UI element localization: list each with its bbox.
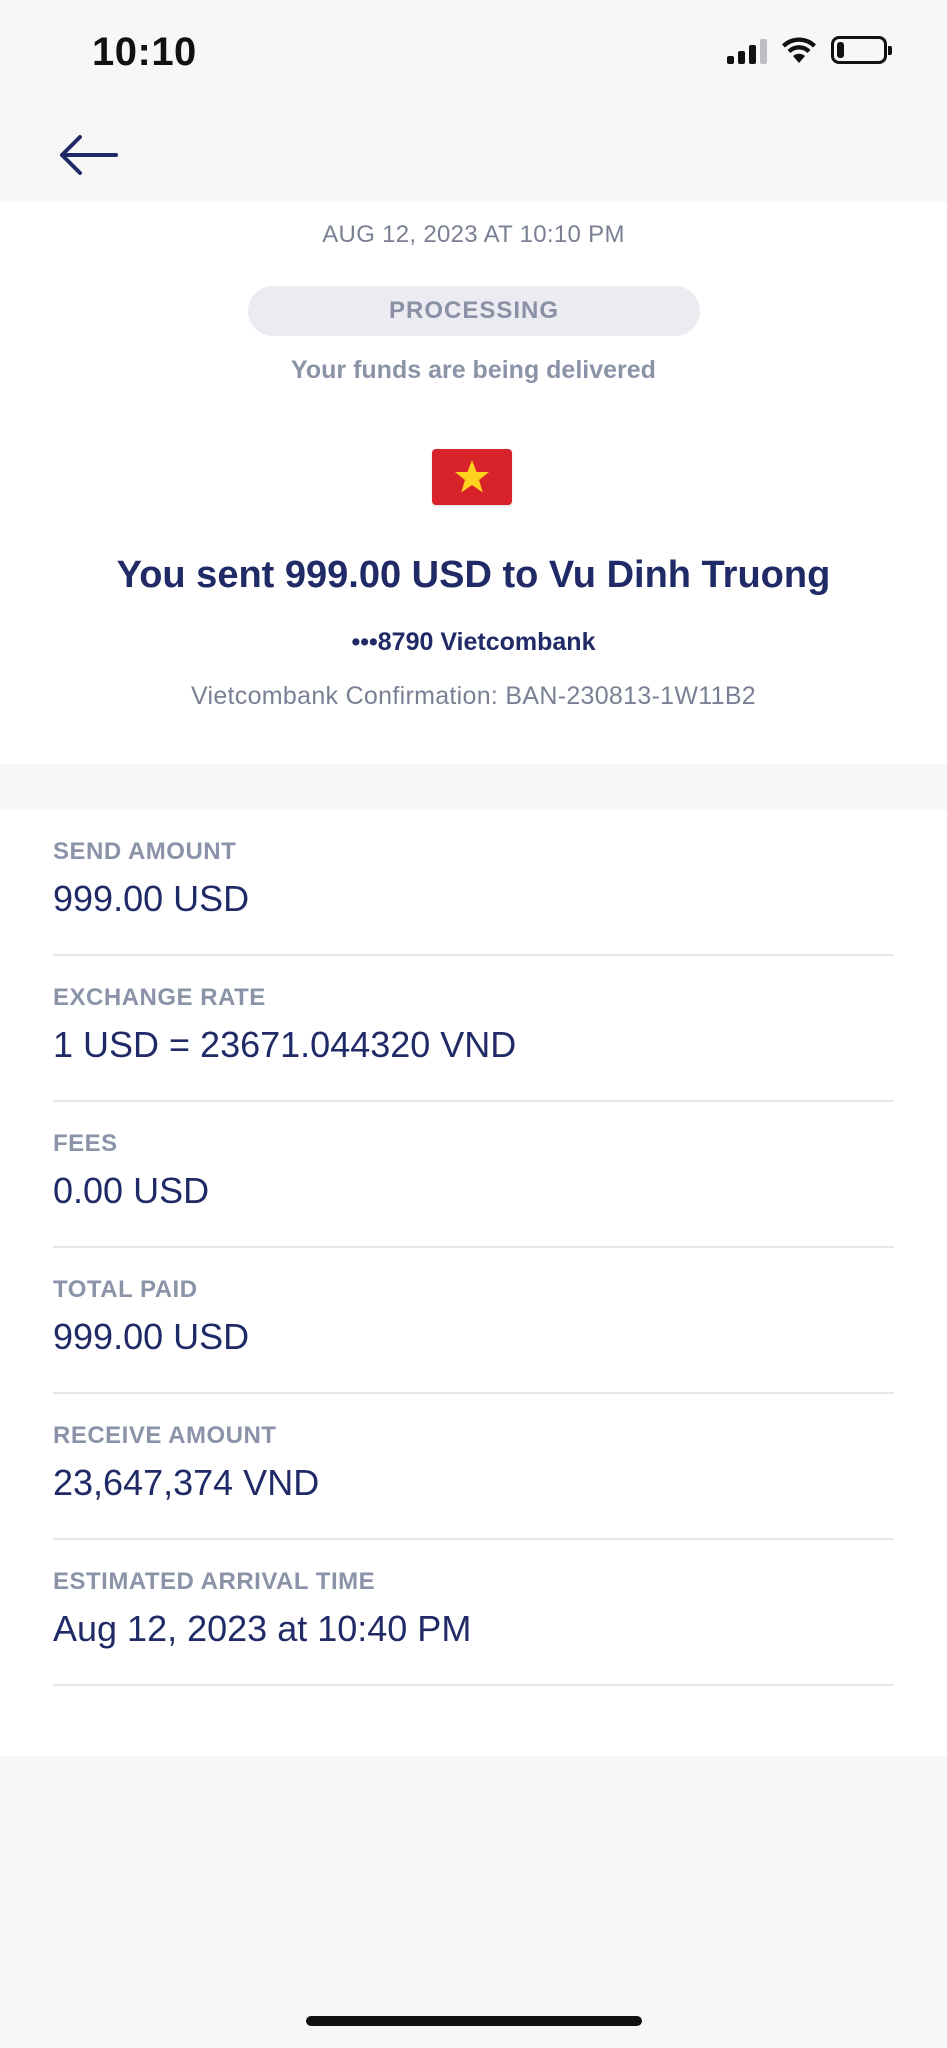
home-indicator[interactable] bbox=[306, 2016, 642, 2026]
detail-value: 0.00 USD bbox=[53, 1170, 210, 1211]
detail-label: EXCHANGE RATE bbox=[53, 984, 266, 1011]
detail-total-paid: TOTAL PAID 999.00 USD bbox=[53, 1248, 894, 1394]
bank-confirmation: Vietcombank Confirmation: BAN-230813-1W1… bbox=[190, 682, 757, 710]
status-icons bbox=[727, 36, 892, 64]
detail-value: 999.00 USD bbox=[53, 1316, 250, 1357]
detail-estimated-arrival: ESTIMATED ARRIVAL TIME Aug 12, 2023 at 1… bbox=[53, 1540, 894, 1686]
detail-fees: FEES 0.00 USD bbox=[53, 1102, 894, 1248]
detail-send-amount: SEND AMOUNT 999.00 USD bbox=[53, 810, 894, 956]
battery-icon bbox=[831, 36, 892, 64]
transfer-details-screen: 10:10 AUG 12, 2023 AT 10:10 PM PROCESSIN… bbox=[0, 0, 947, 2048]
transfer-headline: You sent 999.00 USD to Vu Dinh Truong bbox=[116, 554, 831, 596]
arrow-left-icon bbox=[60, 135, 118, 175]
detail-label: SEND AMOUNT bbox=[53, 838, 237, 865]
transfer-summary-card: AUG 12, 2023 AT 10:10 PM PROCESSING Your… bbox=[0, 202, 947, 764]
wifi-icon bbox=[782, 37, 816, 63]
detail-value: 1 USD = 23671.044320 VND bbox=[53, 1024, 517, 1065]
detail-exchange-rate: EXCHANGE RATE 1 USD = 23671.044320 VND bbox=[53, 956, 894, 1102]
recipient-account: •••8790 Vietcombank bbox=[351, 628, 596, 656]
detail-value: Aug 12, 2023 at 10:40 PM bbox=[53, 1608, 472, 1649]
detail-value: 999.00 USD bbox=[53, 878, 250, 919]
status-message: Your funds are being delivered bbox=[291, 356, 656, 384]
nav-bar bbox=[0, 110, 947, 202]
detail-label: ESTIMATED ARRIVAL TIME bbox=[53, 1568, 376, 1595]
detail-value: 23,647,374 VND bbox=[53, 1462, 320, 1503]
status-time: 10:10 bbox=[92, 30, 197, 74]
detail-label: RECEIVE AMOUNT bbox=[53, 1422, 277, 1449]
cellular-signal-icon bbox=[727, 36, 767, 64]
transfer-details-list: SEND AMOUNT 999.00 USD EXCHANGE RATE 1 U… bbox=[0, 810, 947, 1756]
detail-label: TOTAL PAID bbox=[53, 1276, 198, 1303]
status-badge: PROCESSING bbox=[248, 286, 700, 336]
transfer-date: AUG 12, 2023 AT 10:10 PM bbox=[322, 221, 625, 248]
battery-level-fill bbox=[837, 42, 844, 58]
detail-label: FEES bbox=[53, 1130, 118, 1157]
back-button[interactable] bbox=[56, 130, 120, 180]
vietnam-flag-icon bbox=[432, 449, 512, 505]
status-bar: 10:10 bbox=[0, 0, 947, 110]
detail-receive-amount: RECEIVE AMOUNT 23,647,374 VND bbox=[53, 1394, 894, 1540]
